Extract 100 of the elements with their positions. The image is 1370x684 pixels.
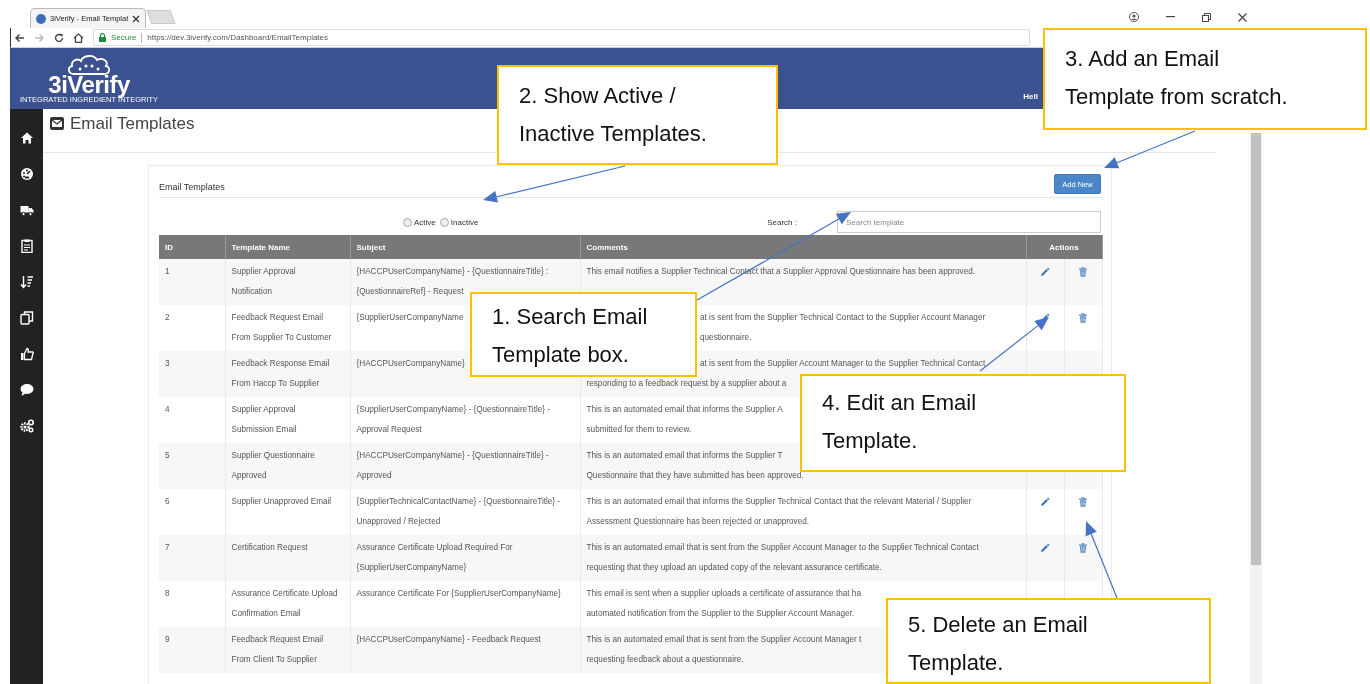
panel-title: Email Templates	[159, 182, 225, 192]
comment-text: This is an automated email that is sent from the Supplier Account Manager t	[586, 635, 862, 644]
column-header: Subject	[356, 242, 386, 252]
subject-text: Assurance Certificate Upload Required For	[356, 543, 513, 552]
subject-text: {HACCPUserCompanyName} - Feedback Request	[356, 635, 541, 644]
cloud-icon	[66, 54, 113, 76]
callout: 5. Delete an Email Template.	[886, 598, 1211, 684]
comment-text: at is sent from the Supplier Technical Contact to the Supplier Account Manager	[700, 313, 986, 322]
gears-icon[interactable]	[19, 419, 34, 433]
template-name: Notification	[231, 287, 272, 296]
pencil-icon[interactable]	[1040, 543, 1050, 553]
scrollbar[interactable]	[1250, 133, 1262, 684]
template-name: From Client To Supplier	[231, 655, 317, 664]
comment-text: submitted for them to review.	[586, 425, 692, 434]
radio-button[interactable]	[439, 218, 449, 227]
back-icon[interactable]	[14, 32, 25, 43]
logo-text: 3iVerify	[48, 73, 130, 97]
clipboard-icon[interactable]	[19, 239, 34, 253]
template-name: Feedback Response Email	[231, 359, 330, 368]
scrollbar-thumb[interactable]	[1251, 133, 1261, 565]
comment-text: This is an automated email that informs the Supplier T	[586, 451, 783, 460]
template-name: Certification Request	[231, 543, 308, 552]
home-icon[interactable]	[73, 32, 84, 43]
minimize-icon[interactable]	[1166, 16, 1175, 18]
subject-text: {SupplierUserCompanyName	[356, 313, 464, 322]
trash-icon[interactable]	[1078, 267, 1088, 277]
trash-icon[interactable]	[1078, 543, 1088, 553]
template-name: Supplier Approval	[231, 405, 296, 414]
subject-text: {SupplierUserCompanyName} - {QuestionnaireTitle} -	[356, 405, 551, 414]
id-cell: 4	[165, 405, 170, 414]
restore-icon[interactable]	[1202, 12, 1211, 22]
close-icon[interactable]	[1238, 12, 1247, 22]
id-cell: 6	[165, 497, 170, 506]
template-name: From Haccp To Supplier	[231, 379, 320, 388]
template-name: From Supplier To Customer	[231, 333, 332, 342]
sort-icon[interactable]	[19, 275, 34, 289]
id-cell: 5	[165, 451, 170, 460]
comment-text: This is an automated email that informs the Supplier Technical Contact that the relevant Material / Supplier	[586, 497, 972, 506]
comment-text: responding to a feedback request by a supplier about a	[586, 379, 787, 388]
reload-icon[interactable]	[54, 32, 64, 43]
id-cell: 2	[165, 313, 170, 322]
column-header: Comments	[586, 242, 628, 252]
comment-text: questionnaire.	[700, 333, 752, 342]
security-label: Secure	[111, 33, 137, 42]
comment-text: This is an automated email that is sent from the Supplier Account Manager to the Supplier Technical Contact	[586, 543, 979, 552]
chat-icon[interactable]	[19, 383, 34, 397]
address-field[interactable]: Secure https://dev.3iverify.com/Dashboard/EmailTemplates	[93, 29, 1030, 46]
copy-icon[interactable]	[19, 311, 34, 325]
pencil-icon[interactable]	[1040, 267, 1050, 277]
subject-text: {QuestionnaireRef} - Request	[356, 287, 464, 296]
close-icon[interactable]	[132, 14, 141, 23]
callout: 4. Edit an Email Template.	[800, 374, 1126, 472]
subject-text: {SupplierUserCompanyName}	[356, 563, 467, 572]
truck-icon[interactable]	[19, 203, 34, 217]
id-cell: 7	[165, 543, 170, 552]
subject-text: {SupplierTechnicalContactName} - {QuestionnaireTitle} -	[356, 497, 561, 506]
comment-text: at is sent from the Supplier Account Manager to the Supplier Technical Contact	[700, 359, 986, 368]
subject-text: {HACCPUserCompanyName}	[356, 359, 465, 368]
gauge-icon[interactable]	[19, 167, 34, 181]
template-name: Submission Email	[231, 425, 297, 434]
template-name: Feedback Request Email	[231, 313, 323, 322]
comment-text: automated notification from the Supplier to the Supplier Account Manager.	[586, 609, 855, 618]
search-field[interactable]: Search template	[837, 211, 1101, 233]
radio-label: Active	[414, 218, 436, 227]
template-name: Supplier Unapproved Email	[231, 497, 332, 506]
comment-text: requesting that they upload an updated copy of the relevant assurance certificate.	[586, 563, 882, 572]
favicon-icon	[36, 13, 46, 24]
subject-text: Approval Request	[356, 425, 422, 434]
home-icon[interactable]	[19, 131, 34, 145]
profile-icon[interactable]	[1129, 12, 1139, 22]
subject-text: Assurance Certificate For {SupplierUserCompanyName}	[356, 589, 561, 598]
comment-text: Assessment Questionnaire has been rejected or unapproved.	[586, 517, 810, 526]
subject-text: Unapproved / Rejected	[356, 517, 441, 526]
page-title: Email Templates	[70, 113, 195, 134]
subject-text: Approved	[356, 471, 392, 480]
id-cell: 8	[165, 589, 170, 598]
search-label: Search :	[767, 218, 797, 227]
template-name: Assurance Certificate Upload	[231, 589, 338, 598]
comment-text: This email is sent when a supplier uploads a certificate of assurance that ha	[586, 589, 861, 598]
pencil-icon[interactable]	[1040, 497, 1050, 507]
trash-icon[interactable]	[1078, 497, 1088, 507]
radio-label: Inactive	[450, 218, 479, 227]
subject-text: {HACCPUserCompanyName} - {QuestionnaireTitle} :	[356, 267, 549, 276]
template-name: Supplier Approval	[231, 267, 296, 276]
comment-text: Questionnaire that they have submitted has been approved.	[586, 471, 804, 480]
column-header: ID	[165, 242, 173, 252]
url-text: https://dev.3iverify.com/Dashboard/EmailTemplates	[147, 33, 329, 42]
thumbs-up-icon[interactable]	[19, 347, 34, 361]
template-name: Feedback Request Email	[231, 635, 323, 644]
radio-button[interactable]	[403, 218, 412, 227]
id-cell: 3	[165, 359, 170, 368]
trash-icon[interactable]	[1078, 313, 1088, 323]
greeting-text: Hell	[1023, 92, 1038, 101]
comment-text: requesting feedback about a questionnaire.	[586, 655, 744, 664]
column-header: Actions	[1049, 242, 1079, 252]
callout: 3. Add an Email Template from scratch.	[1043, 28, 1367, 130]
template-name: Confirmation Email	[231, 609, 301, 618]
callout: 2. Show Active / Inactive Templates.	[497, 65, 778, 165]
id-cell: 9	[165, 635, 170, 644]
comment-text: This is an automated email that informs the Supplier A	[586, 405, 783, 414]
